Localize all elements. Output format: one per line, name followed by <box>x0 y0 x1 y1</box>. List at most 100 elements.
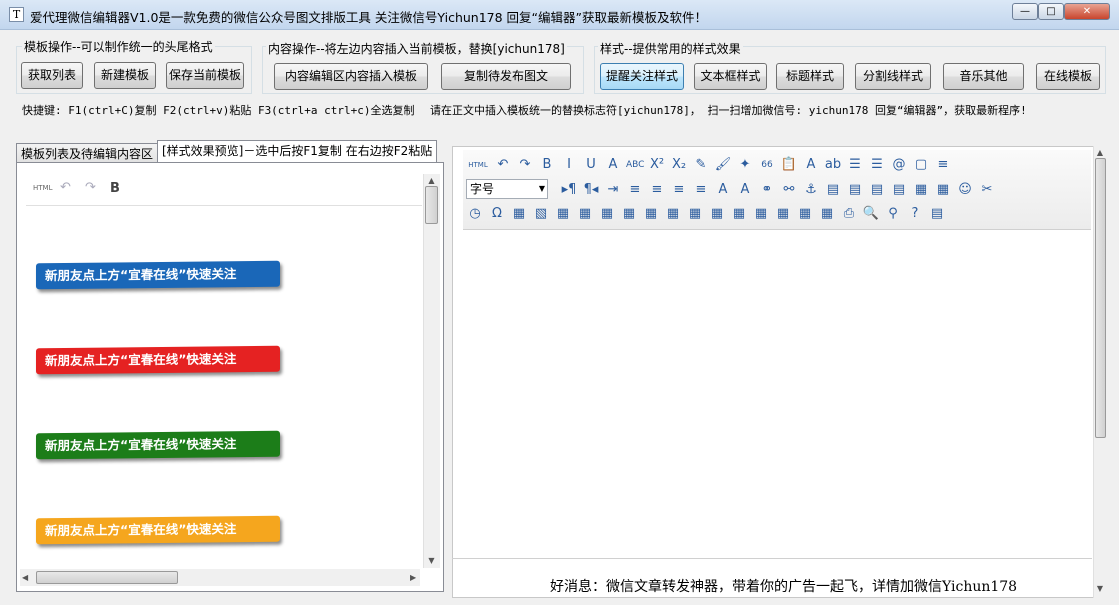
toolbar-row1-tool-icon[interactable]: I <box>560 156 578 174</box>
toolbar-row1-tool-icon[interactable]: ab <box>824 156 842 174</box>
toolbar-row1-tool-icon[interactable]: ☰ <box>868 156 886 174</box>
toolbar-row1-tool-icon[interactable]: U <box>582 156 600 174</box>
preview-undo-icon[interactable]: ↶ <box>60 180 71 195</box>
toolbar-row2-tool-icon[interactable]: ⇥ <box>604 181 622 199</box>
toolbar-row2-tool-icon[interactable]: ▤ <box>824 181 842 199</box>
toolbar-row3-tool-icon[interactable]: ? <box>906 205 924 223</box>
toolbar-row2-tool-icon[interactable]: ≡ <box>626 181 644 199</box>
copy-article-button[interactable]: 复制待发布图文 <box>441 63 571 90</box>
get-list-button[interactable]: 获取列表 <box>21 62 83 89</box>
toolbar-row2-tool-icon[interactable]: ▤ <box>890 181 908 199</box>
preview-html-button[interactable]: HTML <box>33 184 52 192</box>
toolbar-row1-tool-icon[interactable]: ✦ <box>736 156 754 174</box>
toolbar-row3-tool-icon[interactable]: ▦ <box>818 205 836 223</box>
scroll-down-arrow-icon[interactable]: ▼ <box>424 556 439 565</box>
toolbar-row3-tool-icon[interactable]: ▦ <box>554 205 572 223</box>
insert-into-template-button[interactable]: 内容编辑区内容插入模板 <box>274 63 428 90</box>
divider-style-button[interactable]: 分割线样式 <box>855 63 931 90</box>
toolbar-row1-tool-icon[interactable]: ABC <box>626 156 644 174</box>
editor-scroll-thumb[interactable] <box>1095 158 1106 438</box>
editor-scroll-down-icon[interactable]: ▼ <box>1094 584 1106 593</box>
tab-style-preview[interactable]: [样式效果预览]－选中后按F1复制 在右边按F2粘贴 <box>157 140 438 164</box>
toolbar-row3-tool-icon[interactable]: ▦ <box>510 205 528 223</box>
tab-template-list[interactable]: 模板列表及待编辑内容区 <box>16 143 159 164</box>
toolbar-row1-tool-icon[interactable]: X² <box>648 156 666 174</box>
toolbar-row1-tool-icon[interactable]: A <box>802 156 820 174</box>
toolbar-row3-tool-icon[interactable]: ▦ <box>686 205 704 223</box>
toolbar-row2-tool-icon[interactable]: ✂ <box>978 181 996 199</box>
font-size-select[interactable]: 字号 ▼ <box>466 179 548 199</box>
toolbar-row1-tool-icon[interactable]: ☰ <box>846 156 864 174</box>
toolbar-row3-tool-icon[interactable]: ▦ <box>796 205 814 223</box>
toolbar-row1-tool-icon[interactable]: HTML <box>466 156 490 174</box>
toolbar-row2-tool-icon[interactable]: ⚭ <box>758 181 776 199</box>
follow-banner-blue[interactable]: 新朋友点上方“宜春在线”快速关注 <box>36 260 280 290</box>
toolbar-row2-tool-icon[interactable]: ≡ <box>648 181 666 199</box>
toolbar-row1-tool-icon[interactable]: ≡ <box>934 156 952 174</box>
textbox-style-button[interactable]: 文本框样式 <box>694 63 767 90</box>
follow-banner-red[interactable]: 新朋友点上方“宜春在线”快速关注 <box>36 345 280 375</box>
toolbar-row3-tool-icon[interactable]: ◷ <box>466 205 484 223</box>
preview-scroll-thumb[interactable] <box>425 186 438 224</box>
scroll-left-arrow-icon[interactable]: ◀ <box>22 573 28 582</box>
follow-reminder-style-button[interactable]: 提醒关注样式 <box>600 63 684 90</box>
toolbar-row2-tool-icon[interactable]: ▸¶ <box>560 181 578 199</box>
scroll-up-arrow-icon[interactable]: ▲ <box>424 176 439 185</box>
music-other-button[interactable]: 音乐其他 <box>943 63 1024 90</box>
editor-scroll-up-icon[interactable]: ▲ <box>1094 148 1106 157</box>
toolbar-row3-tool-icon[interactable]: ▧ <box>532 205 550 223</box>
preview-bold-icon[interactable]: B <box>110 181 120 196</box>
scroll-right-arrow-icon[interactable]: ▶ <box>410 573 416 582</box>
toolbar-row2-tool-icon[interactable]: ▦ <box>912 181 930 199</box>
toolbar-row2-tool-icon[interactable]: ▦ <box>934 181 952 199</box>
toolbar-row1-tool-icon[interactable]: 🖌 <box>714 156 732 174</box>
toolbar-row3-tool-icon[interactable]: ⚲ <box>884 205 902 223</box>
toolbar-row1-tool-icon[interactable]: ↷ <box>516 156 534 174</box>
toolbar-row3-tool-icon[interactable]: ▦ <box>664 205 682 223</box>
toolbar-row1-tool-icon[interactable]: ✎ <box>692 156 710 174</box>
close-button[interactable]: ✕ <box>1064 3 1110 20</box>
toolbar-row3-tool-icon[interactable]: ▤ <box>928 205 946 223</box>
toolbar-row2-tool-icon[interactable]: ≡ <box>670 181 688 199</box>
toolbar-row3-tool-icon[interactable]: ▦ <box>598 205 616 223</box>
toolbar-row1-tool-icon[interactable]: A <box>604 156 622 174</box>
toolbar-row2-tool-icon[interactable]: ¶◂ <box>582 181 600 199</box>
toolbar-row1-tool-icon[interactable]: ▢ <box>912 156 930 174</box>
preview-vertical-scrollbar[interactable] <box>423 174 440 568</box>
maximize-button[interactable]: □ <box>1038 3 1064 20</box>
follow-banner-orange[interactable]: 新朋友点上方“宜春在线”快速关注 <box>36 515 280 545</box>
preview-redo-icon[interactable]: ↷ <box>85 180 96 195</box>
toolbar-row3-tool-icon[interactable]: ▦ <box>576 205 594 223</box>
toolbar-row2-tool-icon[interactable]: ⚯ <box>780 181 798 199</box>
heading-style-button[interactable]: 标题样式 <box>776 63 844 90</box>
toolbar-row2-tool-icon[interactable]: ⚓ <box>802 181 820 199</box>
toolbar-row1-tool-icon[interactable]: ↶ <box>494 156 512 174</box>
save-template-button[interactable]: 保存当前模板 <box>166 62 244 89</box>
toolbar-row2-tool-icon[interactable]: ▤ <box>846 181 864 199</box>
toolbar-row3-tool-icon[interactable]: ▦ <box>708 205 726 223</box>
toolbar-row2-tool-icon[interactable]: ≡ <box>692 181 710 199</box>
toolbar-row1-tool-icon[interactable]: X₂ <box>670 156 688 174</box>
toolbar-row2-tool-icon[interactable]: A <box>736 181 754 199</box>
toolbar-row3-tool-icon[interactable]: ⎙ <box>840 205 858 223</box>
toolbar-row1-tool-icon[interactable]: B <box>538 156 556 174</box>
toolbar-row1-tool-icon[interactable]: 66 <box>758 156 776 174</box>
preview-hscroll-thumb[interactable] <box>36 571 178 584</box>
toolbar-row2-tool-icon[interactable]: ▤ <box>868 181 886 199</box>
online-template-button[interactable]: 在线模板 <box>1036 63 1100 90</box>
toolbar-row3-tool-icon[interactable]: ▦ <box>774 205 792 223</box>
editor-content-area[interactable] <box>463 230 1091 550</box>
toolbar-row3-tool-icon[interactable]: ▦ <box>752 205 770 223</box>
toolbar-row2-tool-icon[interactable]: ☺ <box>956 181 974 199</box>
toolbar-row1-tool-icon[interactable]: @ <box>890 156 908 174</box>
toolbar-row3-tool-icon[interactable]: Ω <box>488 205 506 223</box>
minimize-button[interactable]: — <box>1012 3 1038 20</box>
toolbar-row2-tool-icon[interactable]: A <box>714 181 732 199</box>
follow-banner-green[interactable]: 新朋友点上方“宜春在线”快速关注 <box>36 430 280 460</box>
toolbar-row1-tool-icon[interactable]: 📋 <box>780 156 798 174</box>
toolbar-row3-tool-icon[interactable]: 🔍 <box>862 205 880 223</box>
toolbar-row3-tool-icon[interactable]: ▦ <box>620 205 638 223</box>
toolbar-row3-tool-icon[interactable]: ▦ <box>642 205 660 223</box>
toolbar-row3-tool-icon[interactable]: ▦ <box>730 205 748 223</box>
new-template-button[interactable]: 新建模板 <box>94 62 156 89</box>
